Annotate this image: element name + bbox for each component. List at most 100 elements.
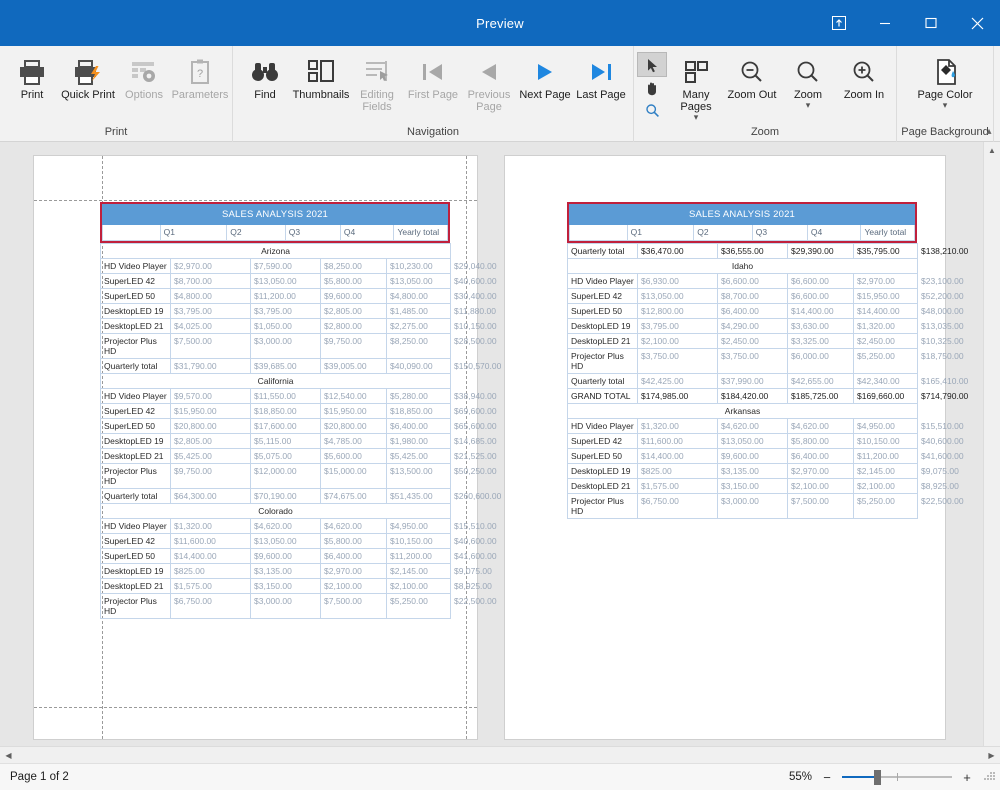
first-page-button[interactable]: First Page	[405, 51, 461, 119]
find-button-label: Find	[253, 89, 276, 101]
table-cell: $1,320.00	[854, 319, 918, 334]
preview-page-1[interactable]: SALES ANALYSIS 2021Q1Q2Q3Q4Yearly totalA…	[34, 156, 477, 739]
table-cell: $2,805.00	[171, 434, 251, 449]
table-cell: $1,050.00	[251, 319, 321, 334]
column-header: Q4	[808, 225, 862, 241]
vertical-scroll-track[interactable]	[984, 159, 1000, 746]
table-cell: $17,600.00	[251, 419, 321, 434]
hand-tool[interactable]	[638, 76, 666, 99]
document-preview-area[interactable]: SALES ANALYSIS 2021Q1Q2Q3Q4Yearly totalA…	[0, 142, 983, 746]
group-header-label: Arkansas	[568, 404, 918, 419]
table-cell: $2,100.00	[387, 579, 451, 594]
editing-fields-button[interactable]: Editing Fields	[349, 51, 405, 119]
quick-print-button[interactable]: Quick Print	[60, 51, 116, 119]
svg-text:?: ?	[197, 68, 203, 80]
table-cell: $6,600.00	[788, 274, 854, 289]
zoom-in-icon	[850, 55, 878, 89]
zoom-in-button-label: Zoom In	[843, 89, 885, 101]
close-button[interactable]	[954, 0, 1000, 46]
minimize-icon	[879, 17, 891, 29]
last-page-icon	[587, 55, 615, 89]
page-color-button[interactable]: Page Color ▾	[907, 51, 983, 119]
pages-container: SALES ANALYSIS 2021Q1Q2Q3Q4Yearly totalA…	[0, 156, 983, 739]
table-cell: $1,320.00	[638, 419, 718, 434]
table-row: Projector Plus HD$7,500.00$3,000.00$9,75…	[101, 334, 451, 359]
scroll-left-button[interactable]: ◀	[0, 747, 17, 764]
zoom-slider[interactable]	[842, 769, 952, 785]
previous-page-button[interactable]: Previous Page	[461, 51, 517, 119]
ribbon-group-navigation-label: Navigation	[233, 124, 633, 142]
minimize-button[interactable]	[862, 0, 908, 46]
column-header: Q3	[286, 225, 341, 241]
report-column-headers: Q1Q2Q3Q4Yearly total	[102, 225, 448, 241]
maximize-button[interactable]	[908, 0, 954, 46]
zoom-out-button[interactable]: Zoom Out	[724, 51, 780, 119]
magnifier-tool[interactable]	[638, 99, 666, 122]
table-row: Quarterly total$42,425.00$37,990.00$42,6…	[568, 374, 918, 389]
table-cell: $29,390.00	[788, 244, 854, 259]
zoom-button[interactable]: Zoom ▾	[780, 51, 836, 119]
zoom-slider-thumb[interactable]	[874, 770, 881, 785]
resize-grip[interactable]	[982, 770, 996, 784]
last-page-button[interactable]: Last Page	[573, 51, 629, 119]
ribbon-display-options-button[interactable]	[816, 0, 862, 46]
table-cell: $2,100.00	[321, 579, 387, 594]
report-header-selection[interactable]: SALES ANALYSIS 2021Q1Q2Q3Q4Yearly total	[567, 202, 917, 243]
ribbon-group-page-background-label: Page Background	[897, 124, 993, 142]
table-row: SuperLED 50$20,800.00$17,600.00$20,800.0…	[101, 419, 451, 434]
table-row: DesktopLED 21$4,025.00$1,050.00$2,800.00…	[101, 319, 451, 334]
find-button[interactable]: Find	[237, 51, 293, 119]
table-row: SuperLED 50$14,400.00$9,600.00$6,400.00$…	[101, 549, 451, 564]
zoom-slider-track-filled	[842, 776, 878, 778]
row-label: SuperLED 50	[101, 289, 171, 304]
collapse-ribbon-button[interactable]: ▴	[981, 123, 997, 139]
table-cell: $5,600.00	[321, 449, 387, 464]
next-page-button[interactable]: Next Page	[517, 51, 573, 119]
zoom-in-button[interactable]: Zoom In	[836, 51, 892, 119]
ribbon-group-page-background: Page Color ▾ Page Background	[897, 46, 994, 142]
table-cell: $2,805.00	[321, 304, 387, 319]
group-header-row: Arkansas	[568, 404, 918, 419]
preview-page-2[interactable]: SALES ANALYSIS 2021Q1Q2Q3Q4Yearly totalQ…	[505, 156, 945, 739]
row-label: Projector Plus HD	[568, 494, 638, 519]
scroll-right-button[interactable]: ▶	[983, 747, 1000, 764]
parameters-icon: ?	[185, 55, 215, 89]
table-cell: $2,275.00	[387, 319, 451, 334]
pointer-tool[interactable]	[638, 53, 666, 76]
group-header-row: Idaho	[568, 259, 918, 274]
table-cell: $42,655.00	[788, 374, 854, 389]
column-header: Q1	[161, 225, 228, 241]
table-cell: $4,800.00	[171, 289, 251, 304]
table-row: DesktopLED 21$5,425.00$5,075.00$5,600.00…	[101, 449, 451, 464]
zoom-in-status-button[interactable]: +	[959, 771, 975, 784]
zoom-tool-column	[638, 51, 668, 122]
table-cell: $4,025.00	[171, 319, 251, 334]
table-row: GRAND TOTAL$174,985.00$184,420.00$185,72…	[568, 389, 918, 404]
table-cell: $5,250.00	[387, 594, 451, 619]
thumbnails-button[interactable]: Thumbnails	[293, 51, 349, 119]
vertical-scrollbar[interactable]: ▲	[983, 142, 1000, 746]
many-pages-button[interactable]: Many Pages ▾	[668, 51, 724, 121]
table-cell: $7,500.00	[321, 594, 387, 619]
horizontal-scrollbar[interactable]: ◀ ▶	[0, 746, 1000, 763]
thumbnails-icon	[306, 55, 336, 89]
ribbon-toolbar: Print Quick Print	[0, 46, 1000, 142]
table-row: Quarterly total$64,300.00$70,190.00$74,6…	[101, 489, 451, 504]
parameters-button[interactable]: ? Parameters	[172, 51, 228, 119]
table-cell: $6,400.00	[387, 419, 451, 434]
table-cell: $3,150.00	[251, 579, 321, 594]
report-table: ArizonaHD Video Player$2,970.00$7,590.00…	[100, 243, 451, 619]
scroll-up-button[interactable]: ▲	[984, 142, 1000, 159]
zoom-out-status-button[interactable]: −	[819, 771, 835, 784]
table-cell: $20,800.00	[171, 419, 251, 434]
table-cell: $174,985.00	[638, 389, 718, 404]
table-cell: $36,555.00	[718, 244, 788, 259]
report-header-selection[interactable]: SALES ANALYSIS 2021Q1Q2Q3Q4Yearly total	[100, 202, 450, 243]
table-cell: $9,750.00	[321, 334, 387, 359]
print-button[interactable]: Print	[4, 51, 60, 119]
row-label: Quarterly total	[568, 244, 638, 259]
table-cell: $70,190.00	[251, 489, 321, 504]
row-label: GRAND TOTAL	[568, 389, 638, 404]
row-label: HD Video Player	[568, 274, 638, 289]
options-button[interactable]: Options	[116, 51, 172, 119]
